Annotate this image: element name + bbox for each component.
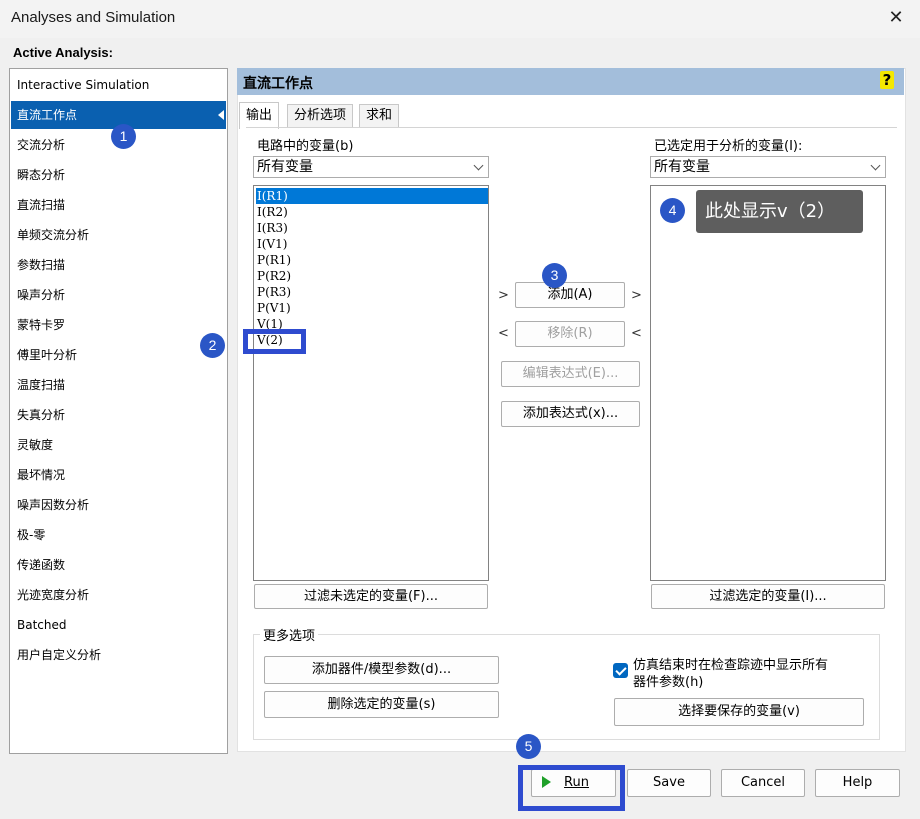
more-options-title: 更多选项 — [260, 625, 319, 644]
analysis-item[interactable]: 蒙特卡罗 — [11, 311, 226, 339]
delete-selected-vars-button[interactable]: 删除选定的变量(s) — [264, 691, 499, 718]
remove-left-arrow: < — [498, 326, 509, 341]
variable-item[interactable]: I(V1) — [256, 236, 488, 252]
analysis-item[interactable]: 直流扫描 — [11, 191, 226, 219]
add-right-arrow-2: > — [631, 288, 642, 303]
variable-item[interactable]: P(R3) — [256, 284, 488, 300]
analysis-item[interactable]: 传递函数 — [11, 551, 226, 579]
selected-vars-list[interactable] — [650, 185, 886, 581]
analysis-item[interactable]: 失真分析 — [11, 401, 226, 429]
help-icon[interactable]: ? — [880, 71, 894, 89]
analysis-item[interactable]: 最坏情况 — [11, 461, 226, 489]
remove-button[interactable]: 移除(R) — [515, 321, 625, 347]
annotation-tooltip: 此处显示v（2） — [696, 190, 863, 233]
analysis-item[interactable]: 噪声分析 — [11, 281, 226, 309]
variable-item[interactable]: I(R3) — [256, 220, 488, 236]
circuit-vars-filter-select[interactable]: 所有变量 — [253, 156, 489, 178]
circuit-vars-list[interactable]: I(R1) I(R2) I(R3) I(V1) P(R1) P(R2) P(R3… — [253, 185, 489, 581]
filter-unselected-button[interactable]: 过滤未选定的变量(F)... — [254, 584, 488, 609]
highlight-box-run — [518, 765, 625, 811]
title-bar: Analyses and Simulation ✕ — [0, 0, 920, 38]
analysis-item[interactable]: 单频交流分析 — [11, 221, 226, 249]
close-icon[interactable]: ✕ — [884, 6, 908, 30]
panel-header: 直流工作点 ? — [237, 68, 904, 95]
chevron-down-icon — [473, 160, 484, 171]
save-button[interactable]: Save — [627, 769, 711, 797]
tab-analysis-options[interactable]: 分析选项 — [287, 104, 354, 127]
step-badge: 1 — [111, 124, 136, 149]
remove-left-arrow-2: < — [631, 326, 642, 341]
variable-item[interactable]: P(V1) — [256, 300, 488, 316]
filter-selected-button[interactable]: 过滤选定的变量(I)... — [651, 584, 885, 609]
chevron-down-icon — [870, 160, 881, 171]
selected-vars-label: 已选定用于分析的变量(I): — [654, 139, 803, 154]
tab-divider — [246, 127, 897, 128]
add-expression-button[interactable]: 添加表达式(x)... — [501, 401, 640, 427]
step-badge: 5 — [516, 734, 541, 759]
step-badge: 2 — [200, 333, 225, 358]
add-right-arrow: > — [498, 288, 509, 303]
variable-item[interactable]: P(R1) — [256, 252, 488, 268]
selected-vars-filter-select[interactable]: 所有变量 — [650, 156, 886, 178]
help-button[interactable]: Help — [815, 769, 900, 797]
highlight-box-v2 — [243, 329, 306, 354]
variable-item-selected[interactable]: I(R1) — [256, 188, 488, 204]
analysis-item[interactable]: 噪声因数分析 — [11, 491, 226, 519]
analysis-item[interactable]: Batched — [11, 611, 226, 639]
tab-summary[interactable]: 求和 — [359, 104, 400, 127]
circuit-vars-filter-value: 所有变量 — [257, 159, 313, 175]
show-params-label-line2: 器件参数(h) — [633, 675, 704, 690]
active-analysis-label: Active Analysis: — [13, 45, 113, 60]
analysis-item[interactable]: 极-零 — [11, 521, 226, 549]
variable-item[interactable]: I(R2) — [256, 204, 488, 220]
add-button[interactable]: 添加(A) — [515, 282, 625, 308]
tab-output[interactable]: 输出 — [239, 102, 280, 129]
show-params-checkbox[interactable] — [613, 663, 628, 678]
analysis-item[interactable]: 傅里叶分析 — [11, 341, 226, 369]
add-device-param-button[interactable]: 添加器件/模型参数(d)... — [264, 656, 499, 684]
analysis-list[interactable]: Interactive Simulation 直流工作点 交流分析 瞬态分析 直… — [9, 68, 228, 754]
variable-item[interactable]: P(R2) — [256, 268, 488, 284]
window-title: Analyses and Simulation — [11, 9, 176, 26]
step-badge: 4 — [660, 198, 685, 223]
analysis-item[interactable]: 温度扫描 — [11, 371, 226, 399]
analysis-item[interactable]: 灵敏度 — [11, 431, 226, 459]
analysis-item[interactable]: 光迹宽度分析 — [11, 581, 226, 609]
analysis-item[interactable]: 瞬态分析 — [11, 161, 226, 189]
cancel-button[interactable]: Cancel — [721, 769, 805, 797]
circuit-vars-label: 电路中的变量(b) — [257, 139, 354, 154]
analysis-item[interactable]: Interactive Simulation — [11, 71, 226, 99]
analysis-item[interactable]: 用户自定义分析 — [11, 641, 226, 669]
panel-title: 直流工作点 — [243, 76, 313, 92]
edit-expression-button[interactable]: 编辑表达式(E)... — [501, 361, 640, 387]
step-badge: 3 — [542, 263, 567, 288]
select-saved-vars-button[interactable]: 选择要保存的变量(v) — [614, 698, 864, 726]
analysis-item[interactable]: 参数扫描 — [11, 251, 226, 279]
selected-vars-filter-value: 所有变量 — [654, 159, 710, 175]
